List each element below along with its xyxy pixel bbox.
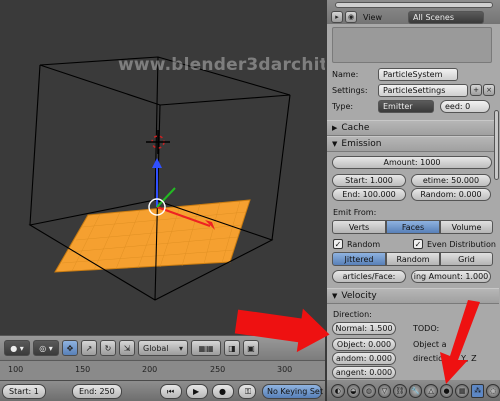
close-icon[interactable]: ×	[483, 84, 495, 96]
view-icon[interactable]: ◉	[345, 11, 357, 23]
velocity-section-header[interactable]: ▼ Velocity	[327, 288, 499, 304]
random-checkbox-label: Random	[347, 239, 381, 249]
random-lifetime-field[interactable]: Random: 0.000	[411, 188, 491, 201]
header-scrollbar[interactable]	[335, 2, 493, 8]
scene-tab-icon[interactable]: ◒	[346, 383, 361, 398]
render-tab-icon[interactable]: ◐	[331, 383, 345, 398]
modifiers-tab-icon[interactable]: 🔧	[408, 383, 423, 398]
texture-tab-icon[interactable]: ▦	[455, 383, 469, 398]
chevron-right-icon: ▶	[332, 124, 338, 132]
emit-faces-tab[interactable]: Faces	[386, 220, 440, 234]
emission-section-header[interactable]: ▼ Emission	[327, 136, 499, 152]
dist-jittered-tab[interactable]: Jittered	[332, 252, 386, 266]
keying-set-select[interactable]: No Keying Set	[262, 384, 323, 399]
jitter-amount-field[interactable]: ing Amount: 1.000	[411, 270, 491, 283]
velocity-section-title: Velocity	[341, 291, 377, 301]
settings-field[interactable]: ParticleSettings	[378, 83, 468, 97]
even-distribution-checkbox[interactable]: ✓	[413, 239, 423, 249]
manipulator-toggle-icon[interactable]: ✥	[62, 340, 78, 356]
orientation-label: Global	[143, 343, 169, 353]
chevron-down-icon: ▼	[332, 140, 338, 148]
playback-button[interactable]: ⏮	[160, 384, 182, 399]
start-field[interactable]: Start: 1.000	[332, 174, 406, 187]
z-axis-arrow-head	[152, 158, 162, 168]
rotate-icon[interactable]: ↻	[100, 340, 116, 356]
data-tab-icon[interactable]: △	[424, 383, 438, 398]
type-select[interactable]: Emitter	[378, 99, 434, 113]
viewport-header: ● ▾ ◎ ▾ ✥ ↗ ↻ ⇲ Global ▾ ▦▦ ◨ ▣	[0, 335, 325, 360]
type-label: Type:	[332, 101, 354, 111]
random-velocity-field[interactable]: andom: 0.000	[332, 352, 396, 365]
chevron-down-icon: ▼	[332, 292, 338, 300]
properties-header: ▸ ◉ View All Scenes	[327, 0, 500, 24]
dist-grid-tab[interactable]: Grid	[440, 252, 493, 266]
random-checkbox[interactable]: ✓	[333, 239, 343, 249]
pivot-select[interactable]: ◎ ▾	[33, 340, 59, 356]
3d-cursor	[146, 130, 170, 154]
collapse-icon[interactable]: ▸	[331, 11, 343, 23]
particles-tab-icon[interactable]: ⁂	[470, 383, 485, 398]
lock-icon[interactable]: ▣	[243, 340, 259, 356]
seed-field[interactable]: eed: 0	[440, 99, 490, 113]
emit-verts-tab[interactable]: Verts	[332, 220, 386, 234]
add-icon[interactable]: +	[470, 84, 482, 96]
direction-xyz-label: direction X, Y, Z	[413, 354, 477, 363]
emit-volume-tab[interactable]: Volume	[440, 220, 493, 234]
view-label: View	[363, 12, 382, 22]
shading-select[interactable]: ● ▾	[4, 340, 30, 356]
timeline-tick: 150	[75, 365, 91, 374]
object-align-label: Object a	[413, 340, 447, 349]
emission-section-title: Emission	[341, 139, 382, 149]
render-preview-icon[interactable]: ◨	[224, 340, 240, 356]
properties-tabs: ◐ ◒ ◍ ▽ ⛓ 🔧 △ ● ▦ ⁂ ◌	[325, 380, 500, 401]
even-distribution-label: Even Distribution	[427, 239, 496, 249]
material-tab-icon[interactable]: ●	[439, 383, 454, 398]
particle-system-list[interactable]	[332, 27, 492, 63]
3d-viewport[interactable]: www.blender3darchitect.com	[0, 0, 325, 335]
start-frame-field[interactable]: Start: 1	[2, 384, 46, 399]
dist-random-tab[interactable]: Random	[386, 252, 440, 266]
record-button[interactable]: ●	[212, 384, 234, 399]
play-button[interactable]: ▶	[186, 384, 208, 399]
object-tab-icon[interactable]: ▽	[377, 383, 392, 398]
viewport-scene	[28, 56, 291, 301]
watermark-text: www.blender3darchitect.com	[118, 55, 325, 75]
name-label: Name:	[332, 69, 359, 79]
end-frame-field[interactable]: End: 250	[72, 384, 122, 399]
constraints-tab-icon[interactable]: ⛓	[393, 383, 407, 398]
timeline-tick: 300	[277, 365, 293, 374]
name-field[interactable]: ParticleSystem	[378, 67, 458, 81]
chevron-down-icon: ▾	[178, 343, 183, 353]
physics-tab-icon[interactable]: ◌	[486, 383, 500, 398]
timeline-tick: 100	[8, 365, 24, 374]
emit-from-label: Emit From:	[333, 207, 377, 217]
amount-field[interactable]: Amount: 1000	[332, 156, 492, 169]
translate-icon[interactable]: ↗	[81, 340, 97, 356]
scale-icon[interactable]: ⇲	[119, 340, 135, 356]
world-tab-icon[interactable]: ◍	[362, 383, 376, 398]
timeline-ruler[interactable]: 100 150 200 250 300	[0, 360, 325, 380]
cache-section-title: Cache	[341, 123, 370, 133]
direction-label: Direction:	[333, 309, 372, 319]
normal-velocity-field[interactable]: Normal: 1.500	[332, 322, 396, 335]
tangent-velocity-field[interactable]: angent: 0.000	[332, 366, 396, 379]
end-field[interactable]: End: 100.000	[332, 188, 406, 201]
settings-label: Settings:	[332, 85, 368, 95]
particles-per-face-field[interactable]: articles/Face:	[332, 270, 406, 283]
properties-scrollbar[interactable]	[494, 110, 499, 180]
todo-label: TODO:	[413, 324, 440, 333]
key-icon[interactable]: ⚿	[238, 384, 256, 399]
cache-section-header[interactable]: ▶ Cache	[327, 120, 499, 136]
timeline-tick: 250	[210, 365, 226, 374]
orientation-select[interactable]: Global ▾	[138, 340, 188, 356]
properties-panel: ▸ ◉ View All Scenes Name: ParticleSystem…	[325, 0, 500, 380]
object-velocity-field[interactable]: Object: 0.000	[332, 338, 396, 351]
scene-select[interactable]: All Scenes	[407, 10, 484, 24]
layer-grid-icon[interactable]: ▦▦	[191, 340, 221, 356]
timeline-tick: 200	[142, 365, 158, 374]
lifetime-field[interactable]: etime: 50.000	[411, 174, 491, 187]
